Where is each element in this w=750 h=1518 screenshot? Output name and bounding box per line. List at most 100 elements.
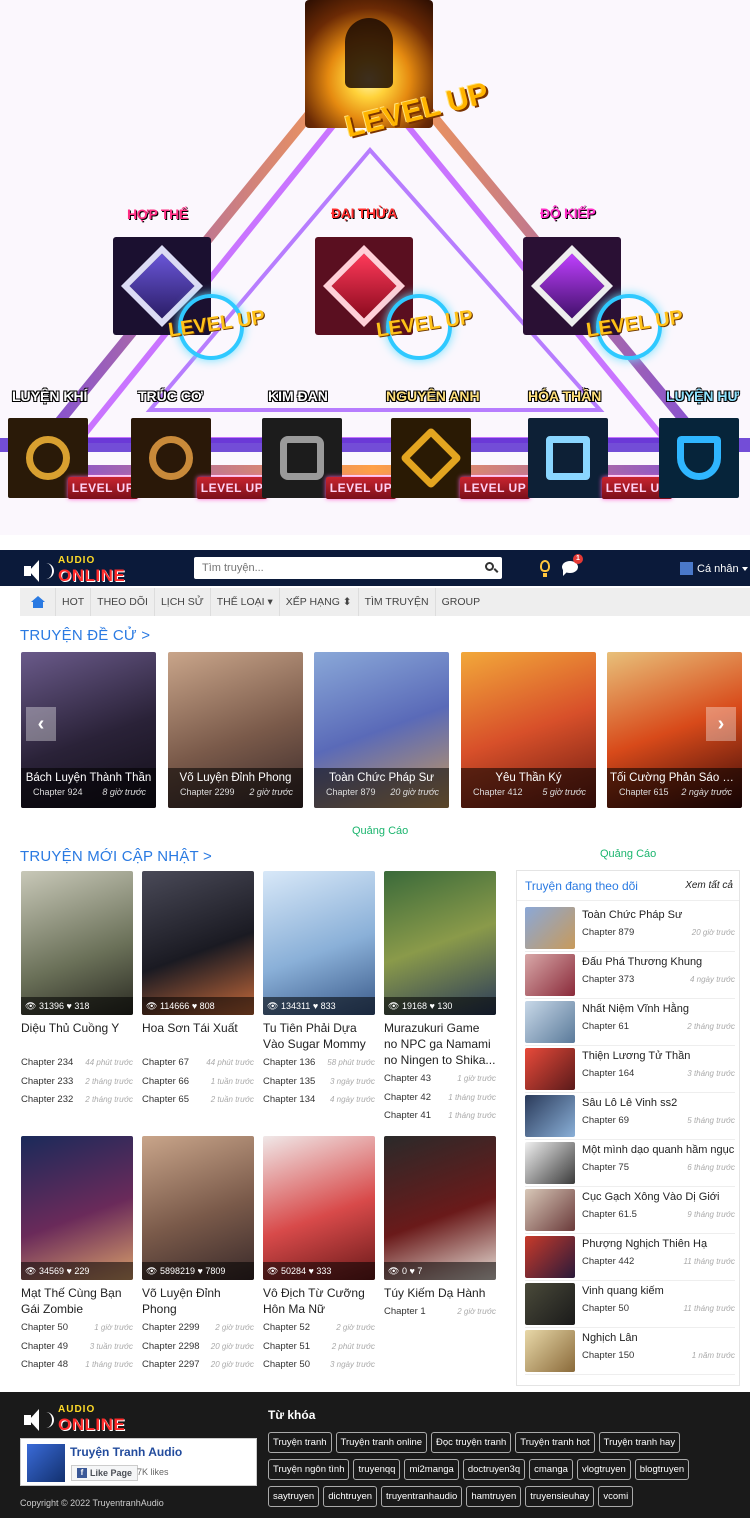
following-item[interactable]: Đấu Phá Thương Khung Chapter 373 4 ngày tr… xyxy=(525,952,735,999)
facebook-page-avatar[interactable] xyxy=(27,1444,65,1482)
carousel-next-button[interactable]: › xyxy=(706,707,736,741)
like-page-button[interactable]: f Like Page xyxy=(71,1465,139,1481)
keyword-tag[interactable]: Truyện tranh hay xyxy=(598,1432,681,1453)
following-item[interactable]: Nghịch Lân Chapter 150 1 năm trước xyxy=(525,1328,735,1375)
nav-the-loai[interactable]: THỂ LOẠI ▾ xyxy=(209,588,279,616)
keyword-tag[interactable]: truyentranhaudio xyxy=(381,1486,463,1507)
keyword-tag[interactable]: dichtruyen xyxy=(323,1486,378,1507)
chapter-row[interactable]: Chapter 2299 2 giờ trước xyxy=(142,1319,254,1338)
following-chapter[interactable]: Chapter 61 xyxy=(582,1021,629,1032)
featured-title[interactable]: Yêu Thần Ký xyxy=(461,768,596,784)
following-item[interactable]: Thiện Lương Tử Thần Chapter 164 3 tháng tr… xyxy=(525,1046,735,1093)
featured-section-title[interactable]: TRUYỆN ĐỀ CỬ > xyxy=(20,627,150,644)
keyword-tag[interactable]: vlogtruyen xyxy=(576,1459,631,1480)
chapter-row[interactable]: Chapter 2297 20 giờ trước xyxy=(142,1356,254,1375)
featured-card[interactable]: Toàn Chức Pháp Sư Chapter 879 20 giờ trước xyxy=(314,652,449,808)
chapter-row[interactable]: Chapter 50 3 ngày trước xyxy=(263,1356,375,1375)
following-chapter[interactable]: Chapter 50 xyxy=(582,1303,629,1314)
following-name[interactable]: Nghịch Lân xyxy=(582,1332,638,1344)
nav-xep-hang[interactable]: XẾP HẠNG ⬍ xyxy=(278,588,358,616)
see-all-link[interactable]: Xem tất cả xyxy=(685,880,733,891)
search-input[interactable] xyxy=(194,557,474,579)
featured-title[interactable]: Bách Luyện Thành Thần xyxy=(21,768,156,784)
following-item[interactable]: Một mình dạo quanh hầm ngục Chapter 75 6 t… xyxy=(525,1140,735,1187)
chapter-row[interactable]: Chapter 2298 20 giờ trước xyxy=(142,1338,254,1357)
nav-lich-su[interactable]: LỊCH SỬ xyxy=(153,588,210,616)
following-name[interactable]: Một mình dạo quanh hầm ngục xyxy=(582,1144,734,1156)
following-name[interactable]: Nhất Niệm Vĩnh Hằng xyxy=(582,1003,689,1015)
chapter-row[interactable]: Chapter 42 1 tháng trước xyxy=(384,1089,496,1108)
chapter-row[interactable]: Chapter 41 1 tháng trước xyxy=(384,1107,496,1126)
comic-title[interactable]: Murazukuri Game no NPC ga Namami no Ning… xyxy=(384,1020,496,1070)
following-name[interactable]: Toàn Chức Pháp Sư xyxy=(582,909,682,921)
comic-thumbnail[interactable]: 👁 0 ♥ 7 xyxy=(384,1136,496,1280)
nav-tim-truyen[interactable]: TÌM TRUYỆN xyxy=(357,588,435,616)
keyword-tag[interactable]: Truyện tranh online xyxy=(335,1432,428,1453)
keyword-tag[interactable]: blogtruyen xyxy=(634,1459,690,1480)
following-chapter[interactable]: Chapter 150 xyxy=(582,1350,634,1361)
featured-title[interactable]: Võ Luyện Đỉnh Phong xyxy=(168,768,303,784)
comic-title[interactable]: Túy Kiếm Dạ Hành xyxy=(384,1285,496,1303)
comic-card[interactable]: 👁 31396 ♥ 318 Diệu Thủ Cuồng Y Chapter 2… xyxy=(21,871,133,1110)
comic-card[interactable]: 👁 19168 ♥ 130 Murazukuri Game no NPC ga … xyxy=(384,871,496,1126)
keyword-tag[interactable]: Truyện ngôn tình xyxy=(268,1459,350,1480)
keyword-tag[interactable]: saytruyen xyxy=(268,1486,320,1507)
following-item[interactable]: Toàn Chức Pháp Sư Chapter 879 20 giờ trước xyxy=(525,905,735,952)
following-name[interactable]: Thiện Lương Tử Thần xyxy=(582,1050,690,1062)
following-thumb[interactable] xyxy=(525,1330,575,1372)
chapter-row[interactable]: Chapter 134 4 ngày trước xyxy=(263,1091,375,1110)
following-name[interactable]: Sâu Lô Lê Vinh ss2 xyxy=(582,1097,677,1109)
comic-card[interactable]: 👁 34569 ♥ 229 Mạt Thế Cùng Bạn Gái Zombi… xyxy=(21,1136,133,1375)
keyword-tag[interactable]: truyenqq xyxy=(353,1459,401,1480)
following-item[interactable]: Phượng Nghịch Thiên Hạ Chapter 442 11 thán… xyxy=(525,1234,735,1281)
nav-theo-doi[interactable]: THEO DÕI xyxy=(90,588,154,616)
following-chapter[interactable]: Chapter 164 xyxy=(582,1068,634,1079)
following-chapter[interactable]: Chapter 75 xyxy=(582,1162,629,1173)
chapter-row[interactable]: Chapter 66 1 tuần trước xyxy=(142,1073,254,1092)
chapter-row[interactable]: Chapter 43 1 giờ trước xyxy=(384,1070,496,1089)
comic-title[interactable]: Võ Luyện Đỉnh Phong xyxy=(142,1285,254,1319)
chapter-row[interactable]: Chapter 12 giờ trước xyxy=(384,1303,496,1322)
facebook-page-name[interactable]: Truyện Tranh Audio xyxy=(70,1445,182,1459)
following-thumb[interactable] xyxy=(525,1142,575,1184)
following-chapter[interactable]: Chapter 61.5 xyxy=(582,1209,637,1220)
featured-title[interactable]: Toàn Chức Pháp Sư xyxy=(314,768,449,784)
keyword-tag[interactable]: vcomi xyxy=(598,1486,634,1507)
featured-card[interactable]: Võ Luyện Đỉnh Phong Chapter 2299 2 giờ trư… xyxy=(168,652,303,808)
updates-section-title[interactable]: TRUYỆN MỚI CẬP NHẬT > xyxy=(20,848,212,865)
following-thumb[interactable] xyxy=(525,1236,575,1278)
following-name[interactable]: Cục Gạch Xông Vào Dị Giới xyxy=(582,1191,719,1203)
following-name[interactable]: Phượng Nghịch Thiên Hạ xyxy=(582,1238,707,1250)
chapter-row[interactable]: Chapter 67 44 phút trước xyxy=(142,1054,254,1073)
comic-title[interactable]: Vô Địch Từ Cưỡng Hôn Ma Nữ xyxy=(263,1285,375,1319)
comic-thumbnail[interactable]: 👁 50284 ♥ 333 xyxy=(263,1136,375,1280)
comic-card[interactable]: 👁 114666 ♥ 808 Hoa Sơn Tái Xuất Chapter … xyxy=(142,871,254,1110)
chapter-row[interactable]: Chapter 65 2 tuần trước xyxy=(142,1091,254,1110)
comic-card[interactable]: 👁 50284 ♥ 333 Vô Địch Từ Cưỡng Hôn Ma Nữ… xyxy=(263,1136,375,1375)
comic-title[interactable]: Mạt Thế Cùng Bạn Gái Zombie xyxy=(21,1285,133,1319)
keyword-tag[interactable]: hamtruyen xyxy=(466,1486,522,1507)
following-thumb[interactable] xyxy=(525,1283,575,1325)
following-thumb[interactable] xyxy=(525,1095,575,1137)
following-thumb[interactable] xyxy=(525,1001,575,1043)
following-thumb[interactable] xyxy=(525,954,575,996)
following-item[interactable]: Cục Gạch Xông Vào Dị Giới Chapter 61.5 9 t… xyxy=(525,1187,735,1234)
comic-card[interactable]: 👁 134311 ♥ 833 Tu Tiên Phải Dựa Vào Suga… xyxy=(263,871,375,1110)
keyword-tag[interactable]: Truyện tranh hot xyxy=(515,1432,595,1453)
chapter-row[interactable]: Chapter 51 2 phút trước xyxy=(263,1338,375,1357)
following-chapter[interactable]: Chapter 373 xyxy=(582,974,634,985)
following-chapter[interactable]: Chapter 69 xyxy=(582,1115,629,1126)
nav-group[interactable]: GROUP xyxy=(434,588,487,616)
following-name[interactable]: Đấu Phá Thương Khung xyxy=(582,956,702,968)
footer-logo[interactable]: AUDIO ONLINE xyxy=(24,1404,125,1435)
following-thumb[interactable] xyxy=(525,907,575,949)
following-item[interactable]: Sâu Lô Lê Vinh ss2 Chapter 69 5 tháng trướ… xyxy=(525,1093,735,1140)
following-name[interactable]: Vinh quang kiếm xyxy=(582,1285,664,1297)
keyword-tag[interactable]: Truyện tranh xyxy=(268,1432,332,1453)
comic-thumbnail[interactable]: 👁 134311 ♥ 833 xyxy=(263,871,375,1015)
comic-thumbnail[interactable]: 👁 34569 ♥ 229 xyxy=(21,1136,133,1280)
chapter-row[interactable]: Chapter 49 3 tuần trước xyxy=(21,1338,133,1357)
chapter-row[interactable]: Chapter 232 2 tháng trước xyxy=(21,1091,133,1110)
keyword-tag[interactable]: doctruyen3q xyxy=(462,1459,526,1480)
chapter-row[interactable]: Chapter 233 2 tháng trước xyxy=(21,1073,133,1092)
